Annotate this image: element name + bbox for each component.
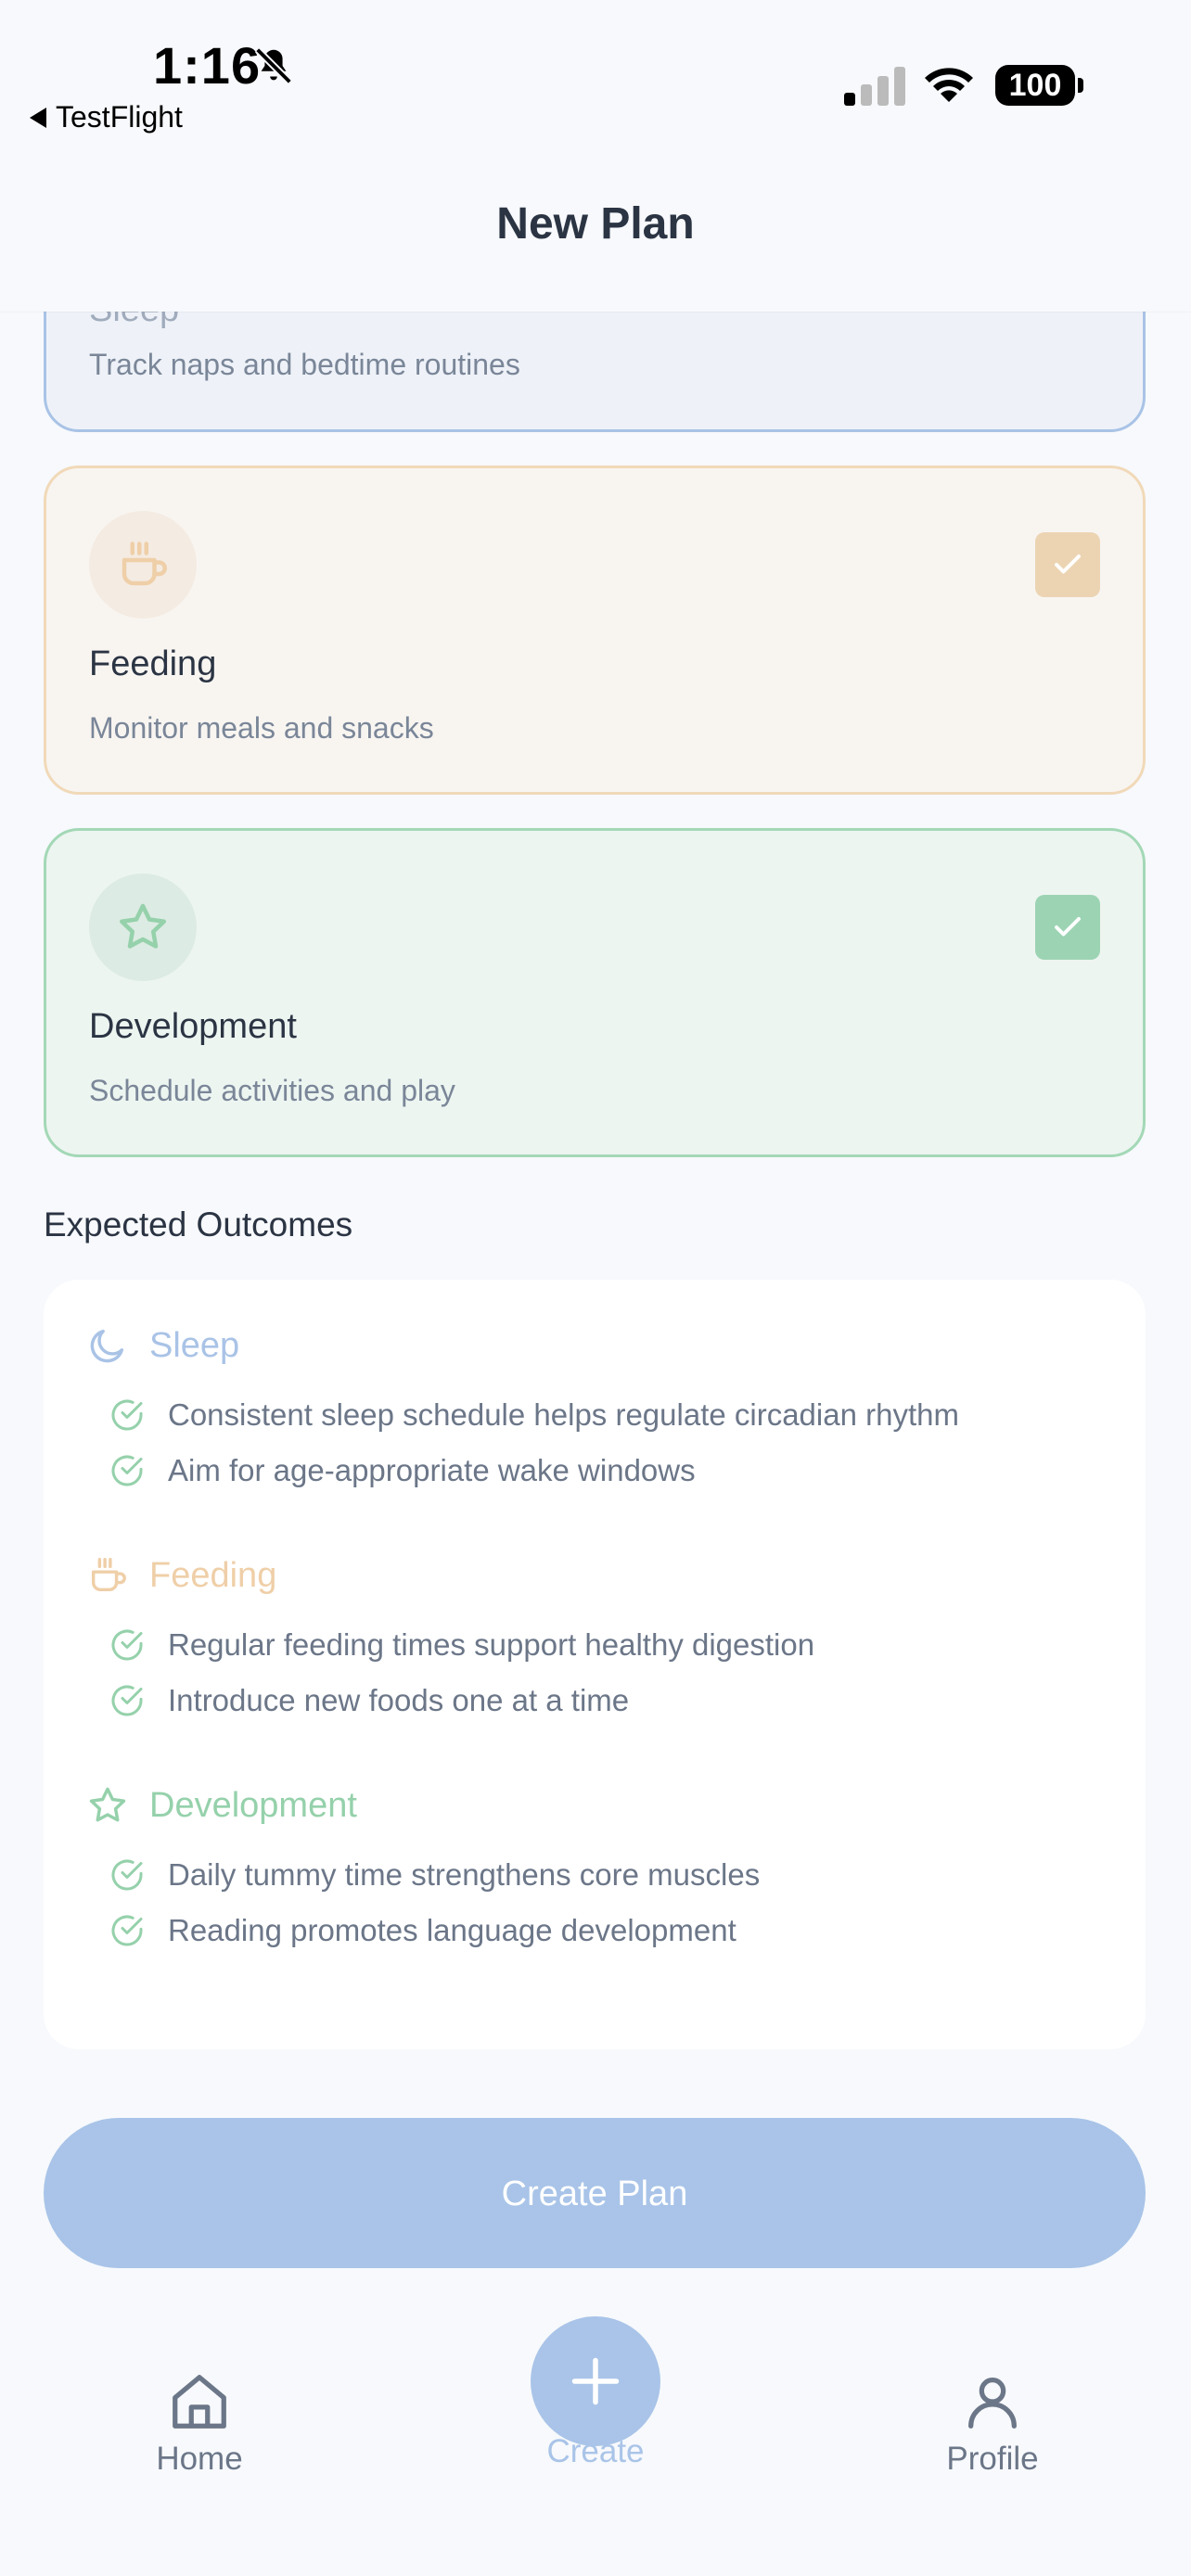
cellular-signal-icon — [844, 67, 905, 106]
outcome-item: Aim for age-appropriate wake windows — [109, 1452, 696, 1489]
category-name: Development — [89, 1007, 297, 1046]
outcomes-panel: Sleep Consistent sleep schedule helps re… — [44, 1280, 1146, 2049]
outcome-item-text: Daily tummy time strengthens core muscle… — [168, 1857, 761, 1892]
outcome-group-development: Development — [86, 1784, 357, 1827]
outcome-item-text: Introduce new foods one at a time — [168, 1683, 630, 1717]
category-name: Feeding — [89, 644, 217, 683]
outcome-group-feeding: Feeding — [86, 1554, 276, 1597]
plus-icon — [571, 2357, 620, 2405]
home-icon — [173, 2375, 226, 2429]
checkbox-feeding[interactable] — [1035, 532, 1100, 597]
check-circle-icon — [111, 1399, 143, 1431]
outcome-group-sleep: Sleep — [86, 1324, 239, 1367]
cup-icon — [122, 542, 167, 586]
star-icon — [89, 1787, 126, 1822]
category-icon-badge — [89, 874, 197, 981]
checkmark-icon — [1055, 555, 1081, 574]
outcome-group-title: Feeding — [149, 1555, 277, 1595]
cup-icon — [91, 1558, 126, 1592]
nav-profile[interactable]: Profile — [918, 2368, 1067, 2478]
back-to-testflight[interactable]: TestFlight — [30, 100, 183, 134]
battery-indicator: 100 — [995, 65, 1084, 106]
check-circle-icon — [111, 1915, 143, 1946]
check-circle-icon — [111, 1685, 143, 1716]
outcome-item: Introduce new foods one at a time — [109, 1682, 629, 1719]
create-fab-button[interactable] — [531, 2316, 660, 2446]
category-description: Schedule activities and play — [89, 1074, 455, 1107]
wifi-icon — [925, 68, 973, 102]
back-arrow-icon — [30, 107, 46, 128]
category-icon-badge — [89, 511, 197, 618]
top-bar: 1:16 TestFlight 100 New Plan — [0, 0, 1191, 312]
nav-create[interactable]: Create — [519, 2316, 672, 2470]
outcome-group-title: Sleep — [149, 1325, 240, 1365]
outcome-group-title: Development — [149, 1785, 357, 1825]
nav-home[interactable]: Home — [130, 2368, 269, 2478]
bell-muted-icon — [255, 47, 292, 84]
check-circle-icon — [111, 1455, 143, 1486]
outcome-item-text: Regular feeding times support healthy di… — [168, 1627, 815, 1662]
check-circle-icon — [111, 1859, 143, 1891]
outcome-item-text: Reading promotes language development — [168, 1913, 736, 1947]
star-icon — [120, 903, 166, 949]
page-title: New Plan — [496, 199, 695, 249]
category-description: Track naps and bedtime routines — [89, 348, 520, 381]
outcome-item: Regular feeding times support healthy di… — [109, 1626, 814, 1664]
back-label: TestFlight — [56, 100, 183, 134]
outcome-item: Daily tummy time strengthens core muscle… — [109, 1856, 760, 1894]
outcome-item-text: Consistent sleep schedule helps regulate… — [168, 1397, 959, 1432]
category-card-feeding[interactable]: Feeding Monitor meals and snacks — [44, 465, 1146, 795]
category-description: Monitor meals and snacks — [89, 711, 434, 745]
create-plan-button[interactable]: Create Plan — [44, 2118, 1146, 2268]
nav-home-label: Home — [156, 2441, 243, 2477]
outcome-item: Reading promotes language development — [109, 1912, 736, 1949]
outcome-item: Consistent sleep schedule helps regulate… — [109, 1396, 959, 1434]
checkmark-icon — [1055, 917, 1081, 937]
checkbox-development[interactable] — [1035, 895, 1100, 960]
user-icon — [968, 2378, 1017, 2429]
status-time: 1:16 — [153, 36, 262, 95]
outcome-item-text: Aim for age-appropriate wake windows — [168, 1453, 696, 1487]
category-card-development[interactable]: Development Schedule activities and play — [44, 828, 1146, 1157]
section-title-expected-outcomes: Expected Outcomes — [44, 1205, 353, 1243]
nav-profile-label: Profile — [946, 2441, 1039, 2477]
battery-level: 100 — [995, 65, 1075, 106]
moon-icon — [90, 1329, 124, 1363]
check-circle-icon — [111, 1629, 143, 1661]
